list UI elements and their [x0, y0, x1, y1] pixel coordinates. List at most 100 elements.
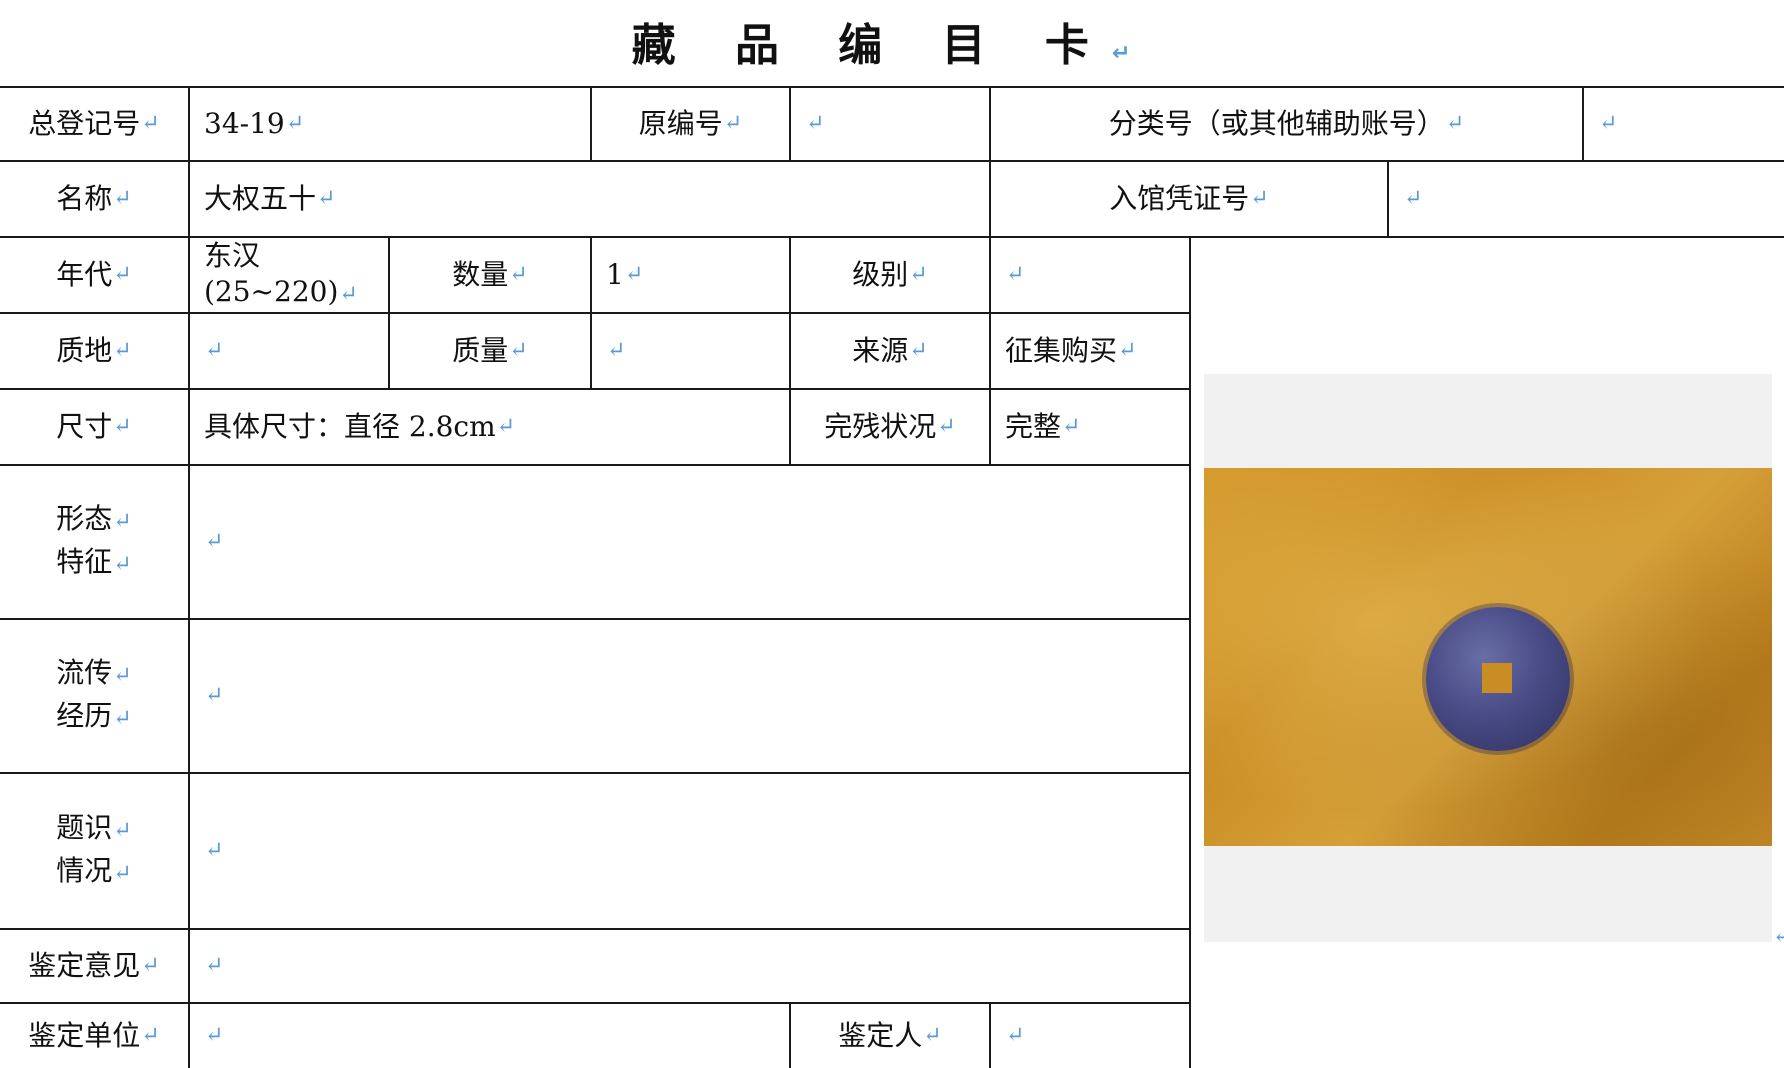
inscription-value[interactable]: ↵ — [190, 774, 1189, 928]
original-number-label: 原编号 ↵ — [592, 88, 789, 160]
return-mark-icon: ↵ — [1445, 111, 1465, 136]
cell-text: 鉴定人 — [838, 1019, 923, 1052]
appraisal-unit-value[interactable]: ↵ — [190, 1004, 789, 1068]
form-features-label: 形态↵ 特征↵ — [0, 466, 188, 618]
return-mark-icon: ↵ — [113, 552, 132, 577]
condition-label: 完残状况 ↵ — [791, 390, 989, 464]
cell-text: 具体尺寸：直径 2.8cm — [204, 410, 496, 443]
appraiser-label: 鉴定人 ↵ — [791, 1004, 989, 1068]
return-mark-icon: ↵ — [496, 414, 516, 439]
condition-value[interactable]: 完整 ↵ — [991, 390, 1189, 464]
return-mark-icon: ↵ — [1773, 924, 1784, 949]
return-mark-icon: ↵ — [205, 529, 224, 554]
cell-text: 尺寸 — [56, 410, 113, 443]
provenance-label: 流传↵ 经历↵ — [0, 620, 188, 772]
cell-text: 质量 — [452, 334, 509, 367]
return-mark-icon: ↵ — [113, 509, 132, 534]
form-features-label-line2: 特征↵ — [56, 542, 131, 585]
cell-text: (25~220) — [204, 274, 339, 308]
cell-text: 分类号（或其他辅助账号） — [1108, 107, 1445, 140]
cell-text: 总登记号 — [28, 107, 141, 140]
cell-text: 流传 — [56, 656, 113, 689]
inscription-label-line1: 题识↵ — [56, 808, 131, 851]
return-mark-icon: ↵ — [806, 111, 825, 136]
form-features-label-line1: 形态↵ — [56, 499, 131, 542]
return-mark-icon: ↵ — [1118, 338, 1137, 363]
coin-image — [1426, 607, 1570, 751]
classification-number-value[interactable]: ↵ — [1584, 88, 1784, 160]
registration-number-value[interactable]: 34-19 ↵ — [190, 88, 590, 160]
return-mark-icon: ↵ — [113, 186, 132, 211]
return-mark-icon: ↵ — [1404, 186, 1423, 211]
cell-text: 来源 — [852, 334, 909, 367]
cell-text: 完整 — [1005, 410, 1062, 443]
return-mark-icon: ↵ — [624, 262, 644, 287]
quantity-label: 数量 ↵ — [390, 238, 590, 312]
cell-text: 名称 — [56, 182, 113, 215]
return-mark-icon: ↵ — [339, 281, 358, 307]
return-mark-icon: ↵ — [1006, 1023, 1025, 1048]
cell-text: 数量 — [452, 258, 509, 291]
return-mark-icon: ↵ — [723, 111, 743, 136]
cell-text: 经历 — [56, 699, 113, 732]
name-value[interactable]: 大权五十 ↵ — [190, 162, 989, 236]
source-label: 来源 ↵ — [791, 314, 989, 388]
return-mark-icon: ↵ — [317, 186, 336, 211]
appraisal-opinion-value[interactable]: ↵ — [190, 930, 1189, 1002]
return-mark-icon: ↵ — [205, 953, 224, 978]
original-number-value[interactable]: ↵ — [791, 88, 989, 160]
return-mark-icon: ↵ — [1599, 111, 1618, 136]
appraisal-opinion-label: 鉴定意见 ↵ — [0, 930, 188, 1002]
return-mark-icon: ↵ — [113, 262, 132, 287]
return-mark-icon: ↵ — [1111, 41, 1153, 66]
return-mark-icon: ↵ — [113, 414, 132, 439]
return-mark-icon: ↵ — [113, 663, 132, 688]
name-label: 名称 ↵ — [0, 162, 188, 236]
cell-text: 年代 — [56, 258, 113, 291]
grade-label: 级别 ↵ — [791, 238, 989, 312]
era-value-line2: (25~220)↵ — [204, 274, 358, 313]
cell-text: 征集购买 — [1005, 334, 1118, 367]
return-mark-icon: ↵ — [909, 338, 928, 363]
cell-text: 鉴定单位 — [28, 1019, 141, 1052]
return-mark-icon: ↵ — [509, 338, 528, 363]
source-value[interactable]: 征集购买 ↵ — [991, 314, 1189, 388]
cell-text: 情况 — [56, 854, 113, 887]
return-mark-icon: ↵ — [205, 838, 224, 863]
cell-text: 鉴定意见 — [28, 949, 141, 982]
cell-text: 大权五十 — [204, 182, 317, 215]
era-value[interactable]: 东汉 (25~220)↵ — [190, 238, 388, 312]
quantity-value[interactable]: 1 ↵ — [592, 238, 789, 312]
return-mark-icon: ↵ — [113, 706, 132, 731]
return-mark-icon: ↵ — [1006, 262, 1025, 287]
appraiser-value[interactable]: ↵ — [991, 1004, 1189, 1068]
return-mark-icon: ↵ — [1250, 186, 1269, 211]
voucher-number-value[interactable]: ↵ — [1389, 162, 1784, 236]
voucher-number-label: 入馆凭证号 ↵ — [991, 162, 1387, 236]
inscription-label: 题识↵ 情况↵ — [0, 774, 188, 928]
cell-text: 完残状况 — [824, 410, 937, 443]
inscription-label-line2: 情况↵ — [56, 851, 131, 894]
return-mark-icon: ↵ — [141, 953, 160, 978]
form-features-value[interactable]: ↵ — [190, 466, 1189, 618]
material-value[interactable]: ↵ — [190, 314, 388, 388]
provenance-label-line1: 流传↵ — [56, 653, 131, 696]
era-label: 年代 ↵ — [0, 238, 188, 312]
provenance-label-line2: 经历↵ — [56, 696, 131, 739]
artifact-photo — [1204, 468, 1772, 846]
material-label: 质地 ↵ — [0, 314, 188, 388]
return-mark-icon: ↵ — [607, 338, 626, 363]
mass-value[interactable]: ↵ — [592, 314, 789, 388]
grade-value[interactable]: ↵ — [991, 238, 1189, 312]
size-value[interactable]: 具体尺寸：直径 2.8cm ↵ — [190, 390, 789, 464]
cell-text: 34-19 — [204, 107, 285, 140]
mass-label: 质量 ↵ — [390, 314, 590, 388]
cell-text: 级别 — [852, 258, 909, 291]
provenance-value[interactable]: ↵ — [190, 620, 1189, 772]
rule-col-right — [1189, 236, 1191, 1068]
cell-text: 质地 — [56, 334, 113, 367]
artifact-photo-frame — [1204, 374, 1772, 942]
card-title: 藏 品 编 目 卡↵ — [0, 10, 1784, 82]
cell-text: 特征 — [56, 545, 113, 578]
return-mark-icon: ↵ — [205, 1023, 224, 1048]
